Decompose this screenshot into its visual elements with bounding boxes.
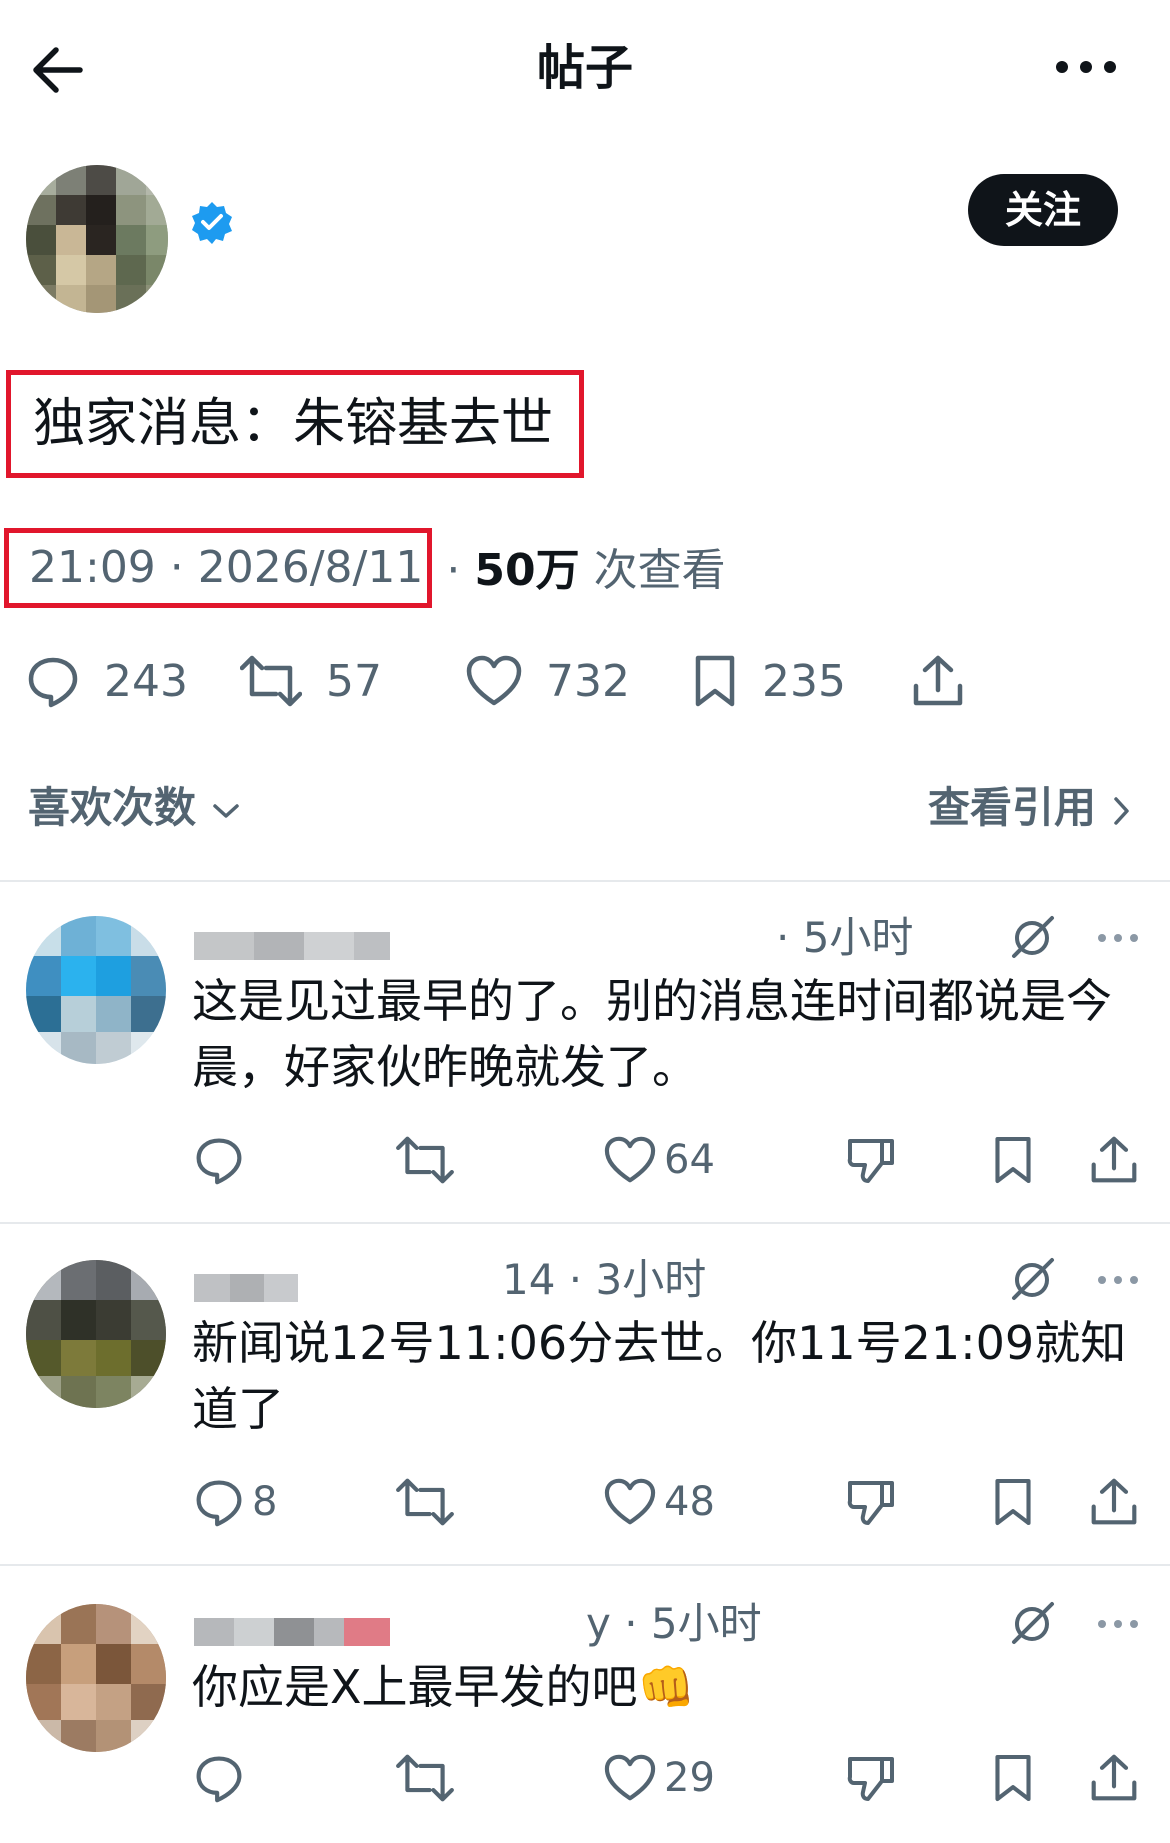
grok-icon[interactable]: [1008, 1598, 1058, 1648]
share-action[interactable]: [912, 645, 964, 717]
like-action[interactable]: 732: [466, 645, 630, 717]
share-icon: [1091, 1754, 1137, 1801]
reply-icon: [196, 1756, 242, 1803]
repost-action[interactable]: 57: [240, 645, 382, 717]
divider: [0, 1564, 1170, 1566]
post-timestamp: 21:09 · 2026/8/11: [4, 528, 433, 608]
repost-icon: [396, 1754, 454, 1802]
bookmark-action[interactable]: 235: [692, 645, 846, 717]
reply-text: 这是见过最早的了。别的消息连时间都说是今晨，好家伙昨晚就发了。: [192, 974, 1112, 1094]
reply-action[interactable]: [194, 1748, 252, 1808]
reply-action[interactable]: [194, 1130, 252, 1190]
heart-icon: [604, 1754, 656, 1801]
bookmark-count: 235: [762, 655, 846, 707]
heart-icon: [466, 655, 522, 706]
reply-avatar[interactable]: [26, 916, 166, 1064]
repost-action[interactable]: [396, 1130, 454, 1190]
bookmark-action[interactable]: [992, 1130, 1034, 1190]
views-label: 次查看: [579, 545, 726, 596]
repost-action[interactable]: [396, 1748, 454, 1808]
chevron-down-icon: [212, 803, 239, 818]
like-count: 732: [546, 655, 630, 707]
heart-icon: [604, 1136, 656, 1183]
post-text: 独家消息：朱镕基去世: [6, 370, 584, 478]
like-action[interactable]: 48: [604, 1472, 715, 1532]
reply-icon: [28, 657, 78, 708]
bookmark-icon: [695, 655, 735, 707]
reply-action[interactable]: 8: [194, 1472, 277, 1532]
share-icon: [913, 655, 963, 706]
divider: [0, 1222, 1170, 1224]
more-horizontal-icon[interactable]: [1094, 1614, 1142, 1634]
reply-action[interactable]: 243: [26, 645, 188, 717]
share-action[interactable]: [1090, 1472, 1138, 1532]
reply-handle-time: y · 5小时: [586, 1599, 762, 1648]
divider: [0, 880, 1170, 882]
like-count: 48: [664, 1479, 715, 1525]
reply-text: 新闻说12号11:06分去世。你11号21:09就知道了: [192, 1316, 1127, 1436]
share-icon: [1091, 1478, 1137, 1525]
view-quotes-label: 查看引用: [928, 783, 1097, 832]
reply-avatar[interactable]: [26, 1604, 166, 1752]
view-quotes-link[interactable]: 查看引用: [928, 778, 1133, 838]
repost-icon: [396, 1136, 454, 1184]
dislike-action[interactable]: [846, 1748, 896, 1808]
grok-icon[interactable]: [1008, 912, 1058, 962]
reply-handle-time: · 5小时: [776, 913, 914, 962]
repost-icon: [240, 655, 302, 707]
share-action[interactable]: [1090, 1748, 1138, 1808]
chevron-right-icon: [1113, 796, 1129, 825]
meta-separator: ·: [432, 545, 475, 596]
bookmark-icon: [995, 1136, 1031, 1184]
repost-action[interactable]: [396, 1472, 454, 1532]
bookmark-icon: [995, 1754, 1031, 1802]
repost-count: 57: [326, 655, 382, 707]
more-horizontal-icon[interactable]: [1094, 928, 1142, 948]
thumbs-down-icon: [847, 1757, 894, 1801]
verified-badge-icon: [190, 200, 234, 244]
grok-icon[interactable]: [1008, 1254, 1058, 1304]
like-action[interactable]: 64: [604, 1130, 715, 1190]
reply-author-name[interactable]: [194, 926, 390, 966]
follow-button[interactable]: 关注: [968, 174, 1118, 246]
more-horizontal-icon: [1056, 61, 1116, 73]
bookmark-action[interactable]: [992, 1748, 1034, 1808]
views-count: 50万: [474, 545, 580, 596]
dislike-action[interactable]: [846, 1472, 896, 1532]
like-action[interactable]: 29: [604, 1748, 715, 1808]
reply-avatar[interactable]: [26, 1260, 166, 1408]
reply-count: 8: [252, 1479, 278, 1525]
more-options-button[interactable]: [1048, 42, 1124, 92]
reply-count: 243: [104, 655, 188, 707]
bookmark-action[interactable]: [992, 1472, 1034, 1532]
repost-icon: [396, 1478, 454, 1526]
share-icon: [1091, 1136, 1137, 1183]
dislike-action[interactable]: [846, 1130, 896, 1190]
like-count: 64: [664, 1137, 715, 1183]
like-count: 29: [664, 1755, 715, 1801]
share-action[interactable]: [1090, 1130, 1138, 1190]
author-avatar[interactable]: [26, 165, 168, 313]
reply-icon: [196, 1480, 242, 1527]
bookmark-icon: [995, 1478, 1031, 1526]
likes-list-label: 喜欢次数: [28, 783, 197, 832]
reply-text: 你应是X上最早发的吧👊: [192, 1660, 695, 1714]
reply-icon: [196, 1138, 242, 1185]
reply-author-name[interactable]: [194, 1612, 390, 1652]
page-title: 帖子: [536, 40, 633, 96]
more-horizontal-icon[interactable]: [1094, 1270, 1142, 1290]
reply-author-name[interactable]: [194, 1268, 298, 1308]
heart-icon: [604, 1478, 656, 1525]
likes-list-link[interactable]: 喜欢次数: [28, 778, 241, 838]
thumbs-down-icon: [847, 1139, 894, 1183]
thumbs-down-icon: [847, 1481, 894, 1525]
post-meta: 21:09 · 2026/8/11 · 50万 次查看: [4, 528, 726, 608]
reply-handle-time: 14 · 3小时: [502, 1255, 707, 1304]
